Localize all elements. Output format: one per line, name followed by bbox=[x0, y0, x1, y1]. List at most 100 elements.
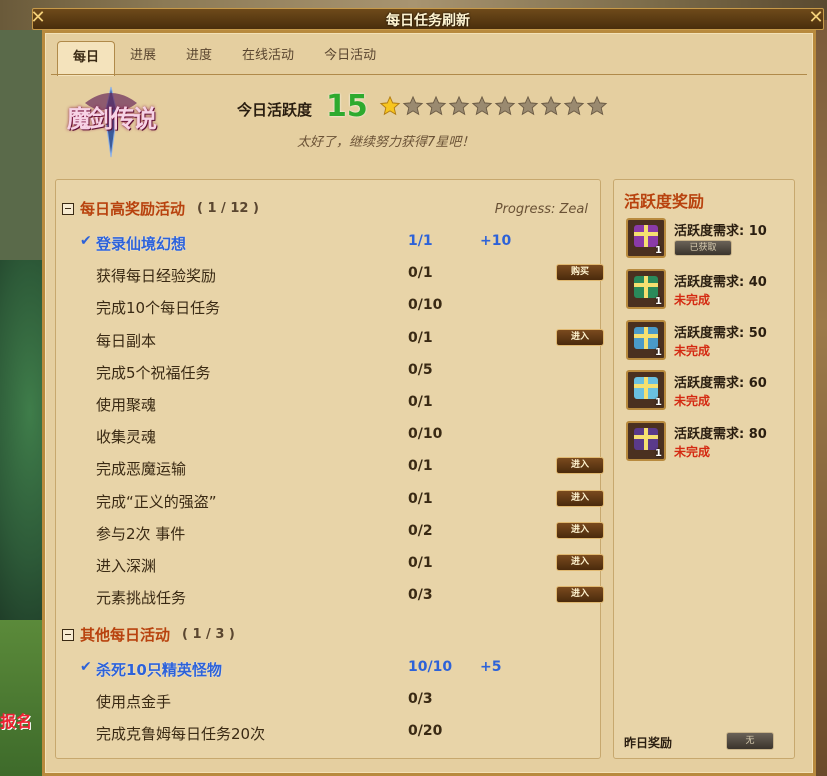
gift-box-icon[interactable]: 1 bbox=[626, 370, 666, 411]
task-progress: 0/1 bbox=[408, 490, 433, 507]
reward-item: 1 活跃度需求: 50 未完成 bbox=[626, 319, 786, 364]
task-progress: 0/3 bbox=[408, 691, 433, 708]
tab-schedule[interactable]: 进度 bbox=[171, 41, 227, 71]
buy-button[interactable]: 购买 bbox=[556, 264, 604, 282]
task-row: 完成恶魔运输 0/1 进入 bbox=[56, 455, 604, 479]
activity-reward-panel: 活跃度奖励 1 活跃度需求: 10 已获取 1 活跃度需求: 40 未完成 1 活跃度需求: … bbox=[613, 179, 795, 759]
task-name: 进入深渊 bbox=[96, 557, 157, 575]
tab-divider bbox=[51, 74, 807, 75]
yesterday-reward-label: 昨日奖励 bbox=[624, 736, 673, 750]
reward-panel-title: 活跃度奖励 bbox=[624, 192, 705, 211]
enter-button[interactable]: 进入 bbox=[556, 521, 604, 539]
task-name: 获得每日经验奖励 bbox=[96, 267, 217, 286]
checkmark-icon: ✔ bbox=[80, 233, 92, 249]
gift-box-icon[interactable]: 1 bbox=[626, 421, 666, 462]
star-empty-icon bbox=[448, 95, 470, 116]
gift-quantity: 1 bbox=[655, 346, 662, 358]
reward-status: 未完成 bbox=[674, 292, 711, 307]
task-row: 获得每日经验奖励 0/1 购买 bbox=[56, 262, 604, 286]
gift-ribbon bbox=[634, 384, 658, 389]
background-sign-text[interactable]: 报名 bbox=[0, 708, 32, 732]
task-name: 完成克鲁姆每日任务20次 bbox=[96, 725, 266, 744]
enter-button[interactable]: 进入 bbox=[556, 489, 604, 507]
reward-requirement: 活跃度需求: 40 bbox=[674, 274, 767, 290]
gift-quantity: 1 bbox=[655, 397, 662, 409]
star-empty-icon bbox=[425, 95, 447, 116]
task-reward: +10 bbox=[480, 233, 512, 249]
gift-box-icon[interactable]: 1 bbox=[626, 218, 666, 258]
star-empty-icon bbox=[494, 95, 516, 116]
task-name: 使用聚魂 bbox=[96, 396, 157, 414]
task-progress: 1/1 bbox=[408, 233, 433, 249]
reward-requirement: 活跃度需求: 10 bbox=[674, 224, 767, 239]
reward-requirement: 活跃度需求: 60 bbox=[674, 376, 767, 392]
star-empty-icon bbox=[540, 95, 562, 116]
tab-online-activity[interactable]: 在线活动 bbox=[227, 41, 309, 71]
task-progress: 0/10 bbox=[408, 297, 443, 314]
task-progress: 0/1 bbox=[408, 458, 433, 475]
reward-requirement: 活跃度需求: 50 bbox=[674, 325, 767, 341]
task-row: 进入深渊 0/1 进入 bbox=[56, 552, 604, 576]
tab-daily[interactable]: 每日 bbox=[57, 41, 116, 76]
daily-task-window: ✕ 每日任务刷新 ✕ 每日 进展 进度 在线活动 今日活动 魔剑传说 今日活跃度… bbox=[30, 7, 824, 776]
section-header-high-reward: 每日高奖励活动 ( 1 / 12 ) bbox=[62, 198, 259, 219]
yesterday-reward-button[interactable]: 无 bbox=[726, 732, 774, 750]
task-name: 完成5个祝福任务 bbox=[96, 363, 211, 382]
gift-quantity: 1 bbox=[655, 448, 662, 460]
window-title: 每日任务刷新 bbox=[386, 13, 470, 29]
task-name: 元素挑战任务 bbox=[96, 589, 187, 608]
reward-status: 未完成 bbox=[674, 445, 711, 460]
task-name: 使用点金手 bbox=[96, 693, 172, 712]
task-name: 杀死10只精英怪物 bbox=[96, 661, 222, 679]
reward-item: 1 活跃度需求: 60 未完成 bbox=[626, 370, 786, 414]
collapse-toggle-high-reward[interactable] bbox=[62, 202, 74, 215]
activity-star-rating bbox=[379, 95, 608, 117]
task-row: 完成克鲁姆每日任务20次 0/20 bbox=[56, 720, 600, 744]
enter-button[interactable]: 进入 bbox=[556, 457, 604, 475]
enter-button[interactable]: 进入 bbox=[556, 554, 604, 571]
task-row: ✔ 登录仙境幻想 1/1 +10 bbox=[56, 230, 600, 254]
gift-ribbon bbox=[634, 333, 658, 338]
gift-ribbon bbox=[644, 377, 648, 400]
task-reward: +5 bbox=[480, 659, 502, 675]
window-titlebar[interactable]: ✕ 每日任务刷新 ✕ bbox=[30, 7, 827, 30]
collapse-toggle-other[interactable] bbox=[62, 628, 74, 641]
task-row: 元素挑战任务 0/3 进入 bbox=[56, 584, 604, 608]
reward-item: 1 活跃度需求: 10 已获取 bbox=[626, 218, 786, 262]
task-progress: 0/1 bbox=[408, 394, 433, 410]
task-name: 完成“正义的强盗” bbox=[96, 492, 217, 511]
reward-requirement: 活跃度需求: 80 bbox=[674, 427, 767, 443]
gift-ribbon bbox=[644, 428, 648, 451]
claimed-button[interactable]: 已获取 bbox=[674, 240, 732, 256]
task-list-panel: 每日高奖励活动 ( 1 / 12 ) Progress: Zeal ✔ 登录仙境幻… bbox=[55, 179, 604, 759]
checkmark-icon: ✔ bbox=[80, 659, 92, 675]
star-empty-icon bbox=[402, 95, 424, 116]
task-name: 参与2次 事件 bbox=[96, 524, 186, 543]
gift-ribbon bbox=[644, 225, 648, 247]
close-icon[interactable]: ✕ bbox=[805, 7, 827, 29]
star-empty-icon bbox=[471, 95, 493, 116]
task-row: 使用点金手 0/3 bbox=[56, 688, 600, 712]
game-logo: 魔剑传说 bbox=[55, 83, 167, 159]
task-progress: 0/2 bbox=[408, 522, 433, 539]
logo-text: 魔剑传说 bbox=[67, 105, 157, 133]
task-name: 每日副本 bbox=[96, 331, 157, 350]
task-progress: 0/10 bbox=[408, 426, 443, 443]
enter-button[interactable]: 进入 bbox=[556, 328, 604, 346]
task-progress: 0/3 bbox=[408, 587, 433, 604]
enter-button[interactable]: 进入 bbox=[556, 586, 604, 604]
tab-today-activity[interactable]: 今日活动 bbox=[309, 41, 391, 71]
star-filled-icon bbox=[379, 95, 401, 116]
task-row: 完成5个祝福任务 0/5 bbox=[56, 359, 600, 383]
activity-label: 今日活跃度 bbox=[237, 101, 313, 119]
task-name: 登录仙境幻想 bbox=[96, 235, 187, 253]
gift-box-icon[interactable]: 1 bbox=[626, 319, 666, 360]
task-row: 完成“正义的强盗” 0/1 进入 bbox=[56, 488, 604, 512]
gift-box-icon[interactable]: 1 bbox=[626, 268, 666, 309]
activity-value: 15 bbox=[326, 89, 368, 124]
task-row: 完成10个每日任务 0/10 bbox=[56, 294, 600, 318]
progress-label: Progress: Zeal bbox=[494, 202, 588, 217]
task-progress: 10/10 bbox=[408, 659, 453, 675]
tab-progress[interactable]: 进展 bbox=[115, 41, 171, 71]
section-title-high-reward: 每日高奖励活动 bbox=[80, 200, 186, 218]
